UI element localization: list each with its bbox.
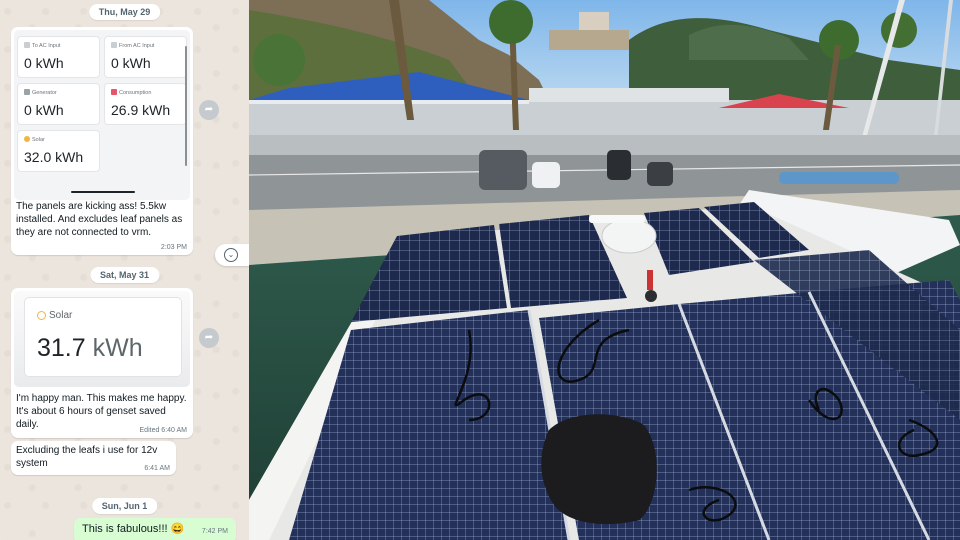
arrow-right-icon	[111, 42, 117, 48]
solar-card-unit: kWh	[92, 334, 143, 362]
car	[532, 162, 560, 188]
solar-card-reading: 31.7 kWh	[37, 334, 143, 363]
generator-icon	[24, 89, 30, 95]
tile-label: To AC Input	[32, 43, 61, 49]
tile-consumption: Consumption 26.9 kWh	[104, 83, 187, 125]
roof-edge	[249, 100, 529, 104]
tile-value: 32.0 kWh	[24, 149, 84, 165]
satellite-dome	[601, 218, 657, 254]
chevron-down-icon: ⌄	[224, 248, 238, 262]
solar-card-label: Solar	[49, 310, 73, 321]
tile-value: 26.9 kWh	[111, 102, 171, 118]
tile-from-ac-input: From AC Input 0 kWh	[104, 36, 187, 78]
message-time: Edited 6:40 AM	[139, 427, 187, 434]
message-bubble[interactable]: Excluding the leafs i use for 12v system…	[11, 441, 176, 475]
solar-card-label-row: Solar	[37, 310, 72, 321]
vrm-screenshot: To AC Input 0 kWh From AC Input 0 kWh Ge…	[14, 30, 190, 200]
tile-solar: Solar 32.0 kWh	[17, 130, 100, 172]
scroll-to-bottom-button[interactable]: ⌄	[215, 244, 249, 266]
message-bubble-outgoing[interactable]: This is fabulous!!! 😄 7:42 PM	[74, 518, 236, 540]
dome-base	[589, 215, 645, 223]
promenade	[249, 135, 960, 155]
tile-value: 0 kWh	[24, 102, 64, 118]
car	[607, 150, 631, 180]
solar-panels-photo	[249, 0, 960, 540]
boat-photo	[249, 0, 960, 540]
message-text: This is fabulous!!! 😄	[82, 523, 185, 535]
tree	[253, 34, 305, 86]
van	[479, 150, 527, 190]
building-wing	[529, 88, 729, 102]
sun-icon	[24, 136, 30, 142]
arrow-left-icon	[24, 42, 30, 48]
villa-wall	[549, 30, 629, 50]
message-text: I'm happy man. This makes me happy. It's…	[16, 393, 187, 430]
message-time: 6:41 AM	[144, 465, 170, 472]
scrollbar	[185, 46, 187, 166]
message-bubble-solar[interactable]: Solar 31.7 kWh I'm happy man. This makes…	[11, 288, 193, 438]
tile-value: 0 kWh	[24, 55, 64, 71]
chat-panel: Thu, May 29 To AC Input 0 kWh From AC In…	[0, 0, 249, 540]
fitting	[647, 270, 653, 290]
solar-card-value: 31.7	[37, 334, 86, 362]
palm-fronds	[489, 0, 533, 44]
sail-cover	[779, 172, 899, 184]
black-cloth	[541, 414, 657, 525]
tile-label: Consumption	[119, 90, 152, 96]
date-separator: Sun, Jun 1	[91, 498, 158, 514]
forward-icon[interactable]: ➦	[199, 328, 219, 348]
date-separator: Thu, May 29	[88, 4, 161, 20]
tile-label: Generator	[32, 90, 57, 96]
harbor-building	[249, 100, 960, 135]
date-separator: Sat, May 31	[89, 267, 160, 283]
mast-fitting	[645, 290, 657, 302]
home-indicator	[71, 191, 135, 193]
message-time: 2:03 PM	[160, 244, 187, 251]
consumption-icon	[111, 89, 117, 95]
tile-value: 0 kWh	[111, 55, 151, 71]
forward-icon[interactable]: ➦	[199, 100, 219, 120]
tile-label: From AC Input	[119, 43, 155, 49]
tile-label: Solar	[32, 137, 45, 143]
tile-generator: Generator 0 kWh	[17, 83, 100, 125]
message-time: 7:42 PM	[201, 528, 228, 535]
solar-screenshot: Solar 31.7 kWh	[14, 291, 190, 387]
message-text: The panels are kicking ass! 5.5kw instal…	[16, 201, 183, 238]
tile-to-ac-input: To AC Input 0 kWh	[17, 36, 100, 78]
solar-card: Solar 31.7 kWh	[24, 297, 182, 377]
sun-icon	[37, 311, 46, 320]
message-bubble-vrm[interactable]: To AC Input 0 kWh From AC Input 0 kWh Ge…	[11, 27, 193, 255]
car	[647, 162, 673, 186]
